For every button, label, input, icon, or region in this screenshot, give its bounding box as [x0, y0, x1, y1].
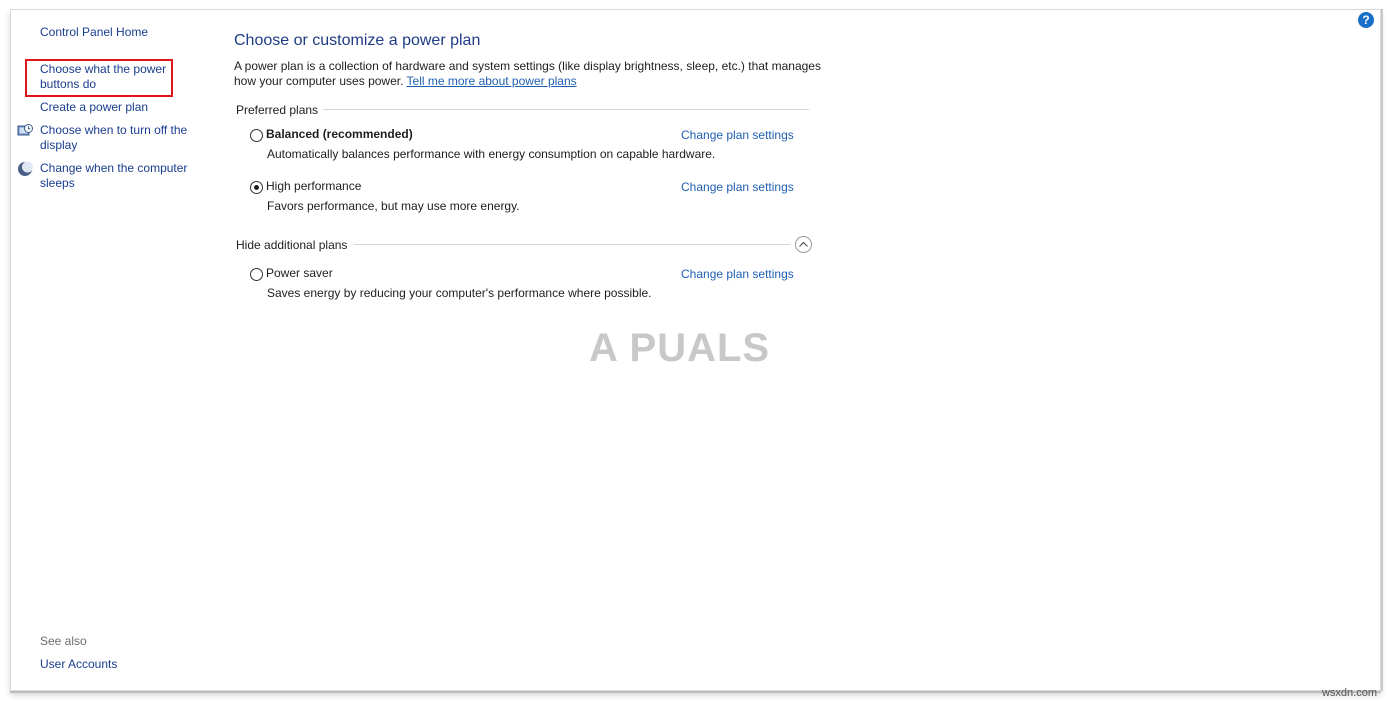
site-watermark: wsxdn.com: [1321, 687, 1377, 699]
hide-additional-plans-heading[interactable]: Hide additional plans: [236, 238, 347, 252]
radio-high-performance[interactable]: [250, 181, 263, 194]
user-accounts-link[interactable]: User Accounts: [40, 657, 117, 672]
nav-computer-sleeps-link[interactable]: Change when the computer sleeps: [40, 161, 200, 191]
help-button[interactable]: ?: [1358, 12, 1374, 28]
display-timer-icon: [17, 123, 33, 139]
plan-name-high-performance[interactable]: High performance: [266, 179, 361, 193]
change-plan-settings-balanced[interactable]: Change plan settings: [681, 128, 794, 142]
control-panel-home-link[interactable]: Control Panel Home: [40, 25, 148, 40]
sleep-moon-icon: [17, 161, 33, 177]
collapse-additional-plans-button[interactable]: [795, 236, 812, 253]
change-plan-settings-high-performance[interactable]: Change plan settings: [681, 180, 794, 194]
plan-desc-balanced: Automatically balances performance with …: [267, 147, 716, 161]
nav-power-buttons-link[interactable]: Choose what the power buttons do: [40, 62, 175, 92]
plan-name-power-saver[interactable]: Power saver: [266, 266, 333, 280]
plan-desc-high-performance: Favors performance, but may use more ene…: [267, 199, 520, 213]
preferred-plans-divider: [323, 109, 809, 110]
additional-plans-divider: [354, 244, 790, 245]
plan-name-balanced[interactable]: Balanced (recommended): [266, 127, 413, 141]
nav-turn-off-display-link[interactable]: Choose when to turn off the display: [40, 123, 200, 153]
radio-power-saver[interactable]: [250, 268, 263, 281]
intro-text: A power plan is a collection of hardware…: [234, 59, 834, 89]
change-plan-settings-power-saver[interactable]: Change plan settings: [681, 267, 794, 281]
appuals-watermark: A PUALS: [589, 326, 771, 370]
preferred-plans-heading: Preferred plans: [236, 103, 319, 117]
see-also-heading: See also: [40, 634, 87, 648]
control-panel-window: Control Panel Home Choose what the power…: [10, 9, 1381, 691]
plan-desc-power-saver: Saves energy by reducing your computer's…: [267, 286, 652, 300]
radio-balanced[interactable]: [250, 129, 263, 142]
learn-more-power-plans-link[interactable]: Tell me more about power plans: [407, 74, 577, 88]
nav-create-power-plan-link[interactable]: Create a power plan: [40, 100, 148, 115]
chevron-up-icon: [799, 241, 808, 247]
page-title: Choose or customize a power plan: [234, 32, 481, 49]
